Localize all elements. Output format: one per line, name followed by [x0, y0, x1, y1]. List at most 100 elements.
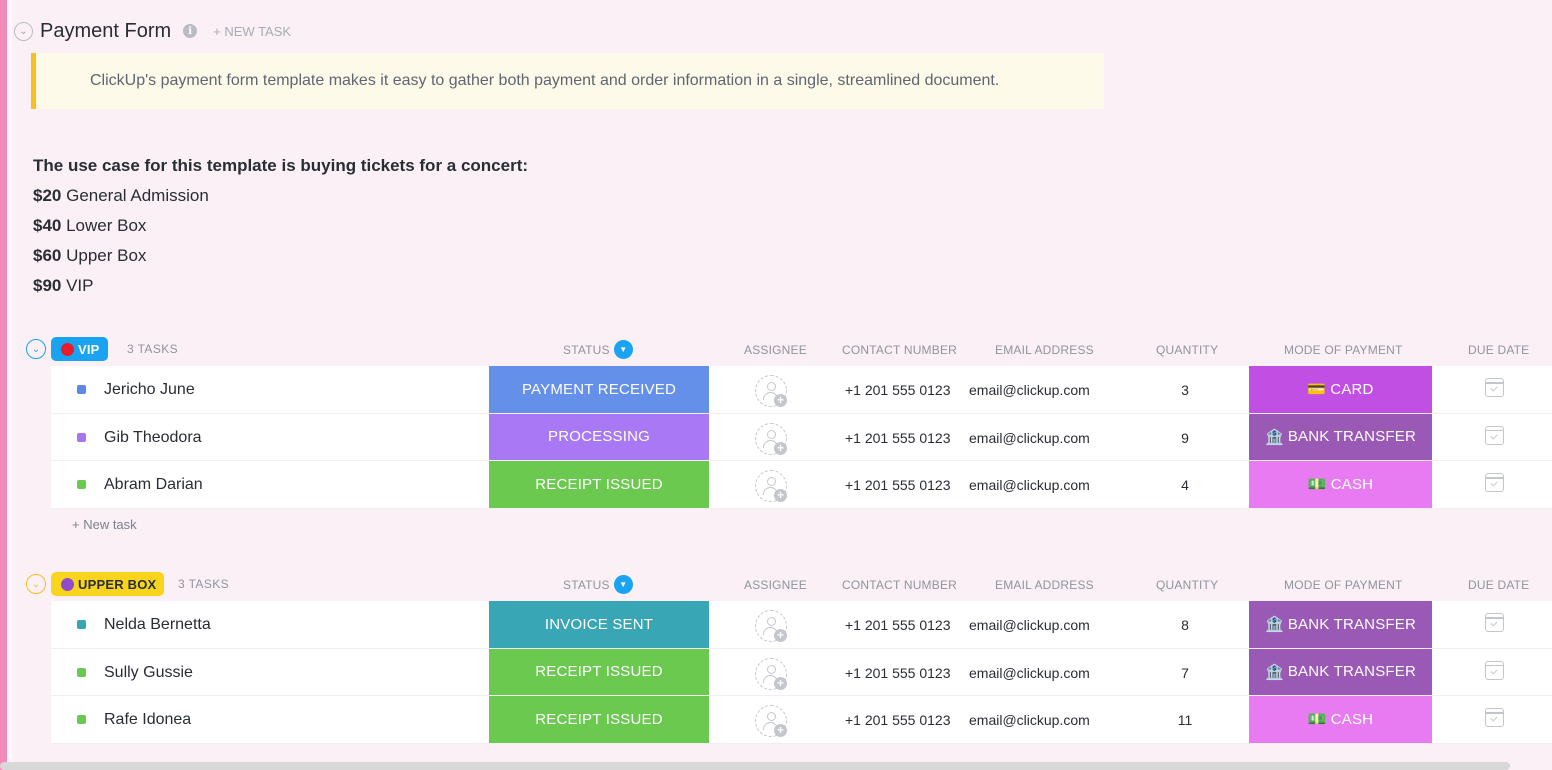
task-row[interactable]: Abram Darian RECEIPT ISSUED + +1 201 555…	[51, 461, 1552, 509]
price-label: Lower Box	[61, 216, 147, 235]
payment-mode-cell[interactable]: 🏦 BANK TRANSFER	[1249, 601, 1432, 648]
quantity[interactable]: 7	[1160, 665, 1210, 681]
add-assignee-icon[interactable]: +	[755, 422, 787, 455]
price-item: $90 VIP	[33, 271, 528, 301]
contact-number[interactable]: +1 201 555 0123	[845, 430, 951, 446]
add-task-link[interactable]: + New task	[72, 517, 137, 532]
column-header-due-date[interactable]: DUE DATE	[1468, 578, 1529, 592]
collapse-list-icon[interactable]: ⌄	[14, 21, 33, 41]
add-assignee-icon[interactable]: +	[755, 657, 787, 690]
calendar-icon[interactable]	[1485, 473, 1504, 492]
task-status-square[interactable]	[77, 620, 86, 629]
calendar-icon[interactable]	[1485, 425, 1504, 445]
email-address[interactable]: email@clickup.com	[969, 430, 1090, 446]
task-name[interactable]: Sully Gussie	[104, 664, 193, 682]
quantity[interactable]: 4	[1160, 477, 1210, 493]
quantity[interactable]: 3	[1160, 382, 1210, 398]
quantity[interactable]: 11	[1160, 712, 1210, 728]
task-row[interactable]: Jericho June PAYMENT RECEIVED + +1 201 5…	[51, 366, 1552, 414]
calendar-icon[interactable]	[1485, 708, 1504, 727]
task-row[interactable]: Nelda Bernetta INVOICE SENT + +1 201 555…	[51, 601, 1552, 649]
add-assignee-icon[interactable]: +	[755, 375, 787, 407]
contact-number[interactable]: +1 201 555 0123	[845, 382, 951, 398]
payment-mode-cell[interactable]: 🏦 BANK TRANSFER	[1249, 413, 1432, 460]
task-status-square[interactable]	[77, 480, 86, 489]
task-name[interactable]: Abram Darian	[104, 476, 203, 494]
page-title: Payment Form	[40, 19, 172, 42]
calendar-icon[interactable]	[1485, 378, 1504, 397]
info-icon[interactable]: i	[183, 24, 198, 38]
sort-icon[interactable]: ▼	[613, 575, 633, 594]
column-header-email[interactable]: EMAIL ADDRESS	[995, 578, 1094, 592]
calendar-icon[interactable]	[1485, 613, 1504, 632]
task-status-square[interactable]	[77, 667, 86, 677]
add-assignee-icon[interactable]: +	[755, 705, 787, 737]
list-color-stripe	[0, 0, 7, 770]
task-row[interactable]: Sully Gussie RECEIPT ISSUED + +1 201 555…	[51, 648, 1552, 696]
status-cell[interactable]: INVOICE SENT	[489, 601, 709, 648]
payment-mode-cell[interactable]: 💵 CASH	[1249, 461, 1432, 508]
group-header-upper-box: ⌄ UPPER BOX 3 TASKS STATUS ▼ ASSIGNEE CON…	[26, 572, 1552, 596]
price-label: VIP	[61, 276, 94, 295]
price-item: $20 General Admission	[33, 181, 528, 211]
column-header-quantity[interactable]: QUANTITY	[1156, 578, 1218, 592]
task-status-square[interactable]	[77, 385, 86, 394]
group-collapse-icon[interactable]: ⌄	[26, 339, 46, 359]
payment-mode: BANK TRANSFER	[1287, 663, 1417, 681]
status-cell[interactable]: RECEIPT ISSUED	[489, 461, 709, 508]
column-header-payment[interactable]: MODE OF PAYMENT	[1284, 343, 1403, 357]
task-name[interactable]: Rafe Idonea	[104, 711, 191, 729]
status-cell[interactable]: PROCESSING	[489, 413, 709, 460]
column-header-due-date[interactable]: DUE DATE	[1468, 343, 1529, 357]
column-header-assignee[interactable]: ASSIGNEE	[744, 343, 807, 357]
add-assignee-icon[interactable]: +	[755, 610, 787, 642]
email-address[interactable]: email@clickup.com	[969, 382, 1090, 398]
email-address[interactable]: email@clickup.com	[969, 477, 1090, 493]
column-header-email[interactable]: EMAIL ADDRESS	[995, 343, 1094, 357]
payment-mode-cell[interactable]: 🏦 BANK TRANSFER	[1249, 648, 1432, 695]
task-status-square[interactable]	[77, 432, 86, 442]
contact-number[interactable]: +1 201 555 0123	[845, 712, 951, 728]
status-cell[interactable]: RECEIPT ISSUED	[489, 648, 709, 695]
group-badge[interactable]: VIP	[51, 337, 108, 361]
payment-mode: BANK TRANSFER	[1287, 428, 1417, 446]
payment-mode-cell[interactable]: 💳 CARD	[1249, 366, 1432, 413]
column-header-status[interactable]: STATUS ▼	[563, 340, 633, 359]
contact-number[interactable]: +1 201 555 0123	[845, 617, 951, 633]
horizontal-scrollbar[interactable]	[0, 762, 1510, 770]
quantity[interactable]: 8	[1160, 617, 1210, 633]
payment-mode-cell[interactable]: 💵 CASH	[1249, 696, 1432, 743]
task-status-square[interactable]	[77, 715, 86, 724]
task-row[interactable]: Gib Theodora PROCESSING + +1 201 555 012…	[51, 413, 1552, 461]
column-label: STATUS	[563, 343, 610, 358]
payment-mode: CASH	[1330, 710, 1374, 728]
email-address[interactable]: email@clickup.com	[969, 665, 1090, 681]
contact-number[interactable]: +1 201 555 0123	[845, 665, 951, 681]
group-dot-icon	[61, 577, 74, 591]
add-assignee-icon[interactable]: +	[755, 470, 787, 502]
task-row[interactable]: Rafe Idonea RECEIPT ISSUED + +1 201 555 …	[51, 696, 1552, 744]
column-header-status[interactable]: STATUS ▼	[563, 575, 633, 594]
group-badge[interactable]: UPPER BOX	[51, 572, 165, 596]
group-collapse-icon[interactable]: ⌄	[26, 574, 46, 594]
email-address[interactable]: email@clickup.com	[969, 712, 1090, 728]
banner-text: ClickUp's payment form template makes it…	[90, 72, 1000, 89]
column-header-contact[interactable]: CONTACT NUMBER	[842, 343, 957, 357]
contact-number[interactable]: +1 201 555 0123	[845, 477, 951, 493]
sort-icon[interactable]: ▼	[613, 340, 633, 359]
task-name[interactable]: Jericho June	[104, 381, 195, 399]
task-name[interactable]: Nelda Bernetta	[104, 616, 211, 634]
group-name: VIP	[78, 341, 100, 357]
column-header-assignee[interactable]: ASSIGNEE	[744, 578, 807, 592]
calendar-icon[interactable]	[1485, 660, 1504, 680]
quantity[interactable]: 9	[1160, 430, 1210, 446]
email-address[interactable]: email@clickup.com	[969, 617, 1090, 633]
column-header-payment[interactable]: MODE OF PAYMENT	[1284, 578, 1403, 592]
price-label: General Admission	[61, 186, 209, 205]
column-header-quantity[interactable]: QUANTITY	[1156, 343, 1218, 357]
status-cell[interactable]: RECEIPT ISSUED	[489, 696, 709, 743]
new-task-button[interactable]: + NEW TASK	[213, 24, 291, 39]
task-name[interactable]: Gib Theodora	[104, 429, 202, 447]
status-cell[interactable]: PAYMENT RECEIVED	[489, 366, 709, 413]
column-header-contact[interactable]: CONTACT NUMBER	[842, 578, 957, 592]
